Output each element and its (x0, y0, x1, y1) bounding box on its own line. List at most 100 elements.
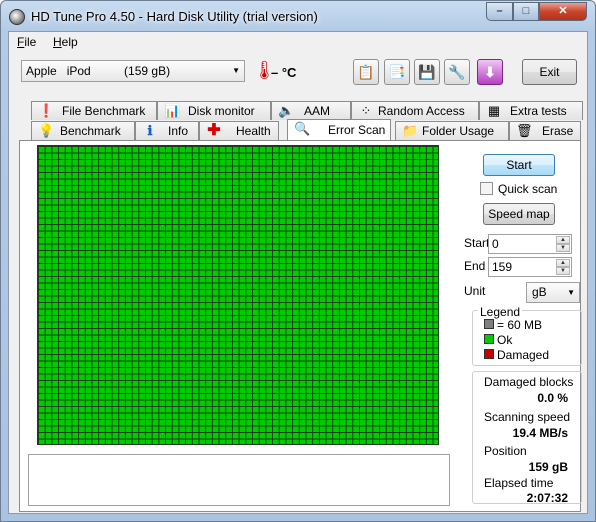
legend-label: = 60 MB (497, 318, 543, 332)
speaker-icon: 🔈 (278, 103, 295, 118)
client-area: File Help Apple iPod (159 gB) ▼ 🌡 – °C 📋… (8, 31, 588, 514)
tab-row-back: ❗ File Benchmark 📊 Disk monitor 🔈 AAM ⁘ … (31, 101, 583, 120)
unit-label: Unit (464, 284, 486, 298)
tab-label: Folder Usage (422, 124, 495, 138)
menu-bar: File Help (9, 32, 587, 52)
spin-up-icon[interactable]: ▲ (556, 236, 570, 244)
spin-down-icon[interactable]: ▼ (556, 267, 570, 275)
info-icon: ℹ (147, 123, 153, 138)
scanning-speed-value: 19.4 MB/s (512, 426, 568, 440)
end-spinner[interactable]: 159 ▲ ▼ (488, 257, 572, 277)
tab-info[interactable]: ℹ Info (135, 121, 199, 140)
tab-erase[interactable]: 🗑 Erase (509, 121, 581, 140)
title-bar[interactable]: HD Tune Pro 4.50 - Hard Disk Utility (tr… (1, 1, 595, 31)
elapsed-time-label: Elapsed time (484, 476, 554, 490)
save-icon: 💾 (418, 63, 436, 80)
window-title: HD Tune Pro 4.50 - Hard Disk Utility (tr… (31, 9, 318, 24)
damaged-blocks-label: Damaged blocks (484, 375, 574, 389)
tab-label: Info (168, 124, 189, 138)
trash-icon: 🗑 (516, 123, 533, 138)
tab-error-scan[interactable]: 🔍 Error Scan (287, 119, 391, 140)
quick-scan-label: Quick scan (498, 182, 558, 196)
elapsed-time-value: 2:07:32 (526, 491, 568, 505)
legend-label: Ok (497, 333, 513, 347)
save-button[interactable]: 💾 (414, 59, 440, 85)
options-icon: 🔧 (448, 63, 466, 80)
start-spinner[interactable]: 0 ▲ ▼ (488, 234, 572, 254)
legend-item-ok: Ok (484, 333, 512, 347)
tab-label: Health (236, 124, 271, 138)
scanning-speed-label: Scanning speed (484, 410, 571, 424)
folder-icon: 📁 (402, 123, 419, 138)
app-window: HD Tune Pro 4.50 - Hard Disk Utility (tr… (0, 0, 596, 522)
health-icon: ✚ (207, 122, 221, 139)
legend-title: Legend (478, 305, 523, 319)
spin-down-icon[interactable]: ▼ (556, 244, 570, 252)
file-benchmark-icon: ❗ (38, 103, 55, 118)
tab-disk-monitor[interactable]: 📊 Disk monitor (157, 101, 271, 120)
temperature-readout: – °C (271, 65, 297, 80)
tab-benchmark[interactable]: 💡 Benchmark (31, 121, 135, 140)
spin-up-icon[interactable]: ▲ (556, 259, 570, 267)
chevron-down-icon: ▼ (232, 66, 240, 75)
tab-label: File Benchmark (62, 104, 146, 118)
copy-text-button[interactable]: 📋 (353, 59, 379, 85)
drive-select-value: Apple iPod (159 gB) (26, 64, 171, 78)
scan-block-map (37, 145, 439, 445)
download-button[interactable]: ⬇ (477, 59, 503, 85)
legend-item-block-size: = 60 MB (484, 318, 542, 332)
legend-label: Damaged (497, 348, 550, 362)
tab-extra-tests[interactable]: ▦ Extra tests (479, 101, 583, 120)
tab-file-benchmark[interactable]: ❗ File Benchmark (31, 101, 157, 120)
copy-text-icon: 📋 (357, 63, 375, 80)
start-field-label: Start (464, 236, 490, 250)
menu-file[interactable]: File (17, 35, 36, 49)
end-value: 159 (492, 260, 513, 274)
red-swatch-icon (484, 349, 494, 359)
benchmark-icon: 💡 (38, 123, 55, 138)
magnifier-icon: 🔍 (294, 121, 311, 136)
copy-screenshot-icon: 📑 (388, 63, 406, 80)
tab-label: Random Access (378, 104, 465, 118)
unit-select[interactable]: gB ▼ (526, 282, 580, 303)
tab-folder-usage[interactable]: 📁 Folder Usage (395, 121, 509, 140)
tab-label: Extra tests (510, 104, 567, 118)
tab-random-access[interactable]: ⁘ Random Access (351, 101, 479, 120)
tab-health[interactable]: ✚ Health (199, 121, 279, 140)
start-button[interactable]: Start (483, 154, 555, 176)
position-label: Position (484, 444, 527, 458)
close-button[interactable]: ✕ (539, 2, 587, 21)
drive-select[interactable]: Apple iPod (159 gB) ▼ (21, 60, 245, 82)
tab-label: AAM (304, 104, 331, 118)
disk-monitor-icon: 📊 (164, 103, 181, 118)
gray-swatch-icon (484, 319, 494, 329)
position-value: 159 gB (528, 460, 568, 474)
tab-label: Erase (542, 124, 574, 138)
speed-map-button[interactable]: Speed map (483, 203, 555, 225)
app-icon[interactable] (9, 9, 25, 25)
maximize-button[interactable]: □ (513, 2, 539, 21)
scan-log-box[interactable] (28, 454, 450, 506)
download-icon: ⬇ (484, 63, 496, 80)
unit-value: gB (532, 285, 547, 299)
legend-item-damaged: Damaged (484, 348, 549, 362)
tab-label: Error Scan (328, 123, 386, 137)
start-value: 0 (492, 237, 499, 251)
random-access-icon: ⁘ (360, 103, 372, 118)
tab-label: Disk monitor (188, 104, 255, 118)
copy-screenshot-button[interactable]: 📑 (384, 59, 410, 85)
damaged-blocks-value: 0.0 % (537, 391, 568, 405)
exit-button[interactable]: Exit (522, 59, 577, 85)
minimize-button[interactable]: – (486, 2, 513, 21)
menu-help[interactable]: Help (53, 35, 78, 49)
error-scan-panel: Start Quick scan Speed map Start 0 ▲ ▼ E… (19, 140, 582, 512)
chevron-down-icon: ▼ (567, 288, 575, 297)
tab-aam[interactable]: 🔈 AAM (271, 101, 351, 120)
quick-scan-checkbox[interactable] (480, 182, 493, 195)
tab-label: Benchmark (60, 124, 121, 138)
green-swatch-icon (484, 334, 494, 344)
options-button[interactable]: 🔧 (444, 59, 470, 85)
extra-tests-icon: ▦ (487, 103, 501, 118)
end-field-label: End (464, 259, 486, 273)
tab-row-front: 💡 Benchmark ℹ Info ✚ Health 🔍 Error Scan… (31, 119, 581, 140)
